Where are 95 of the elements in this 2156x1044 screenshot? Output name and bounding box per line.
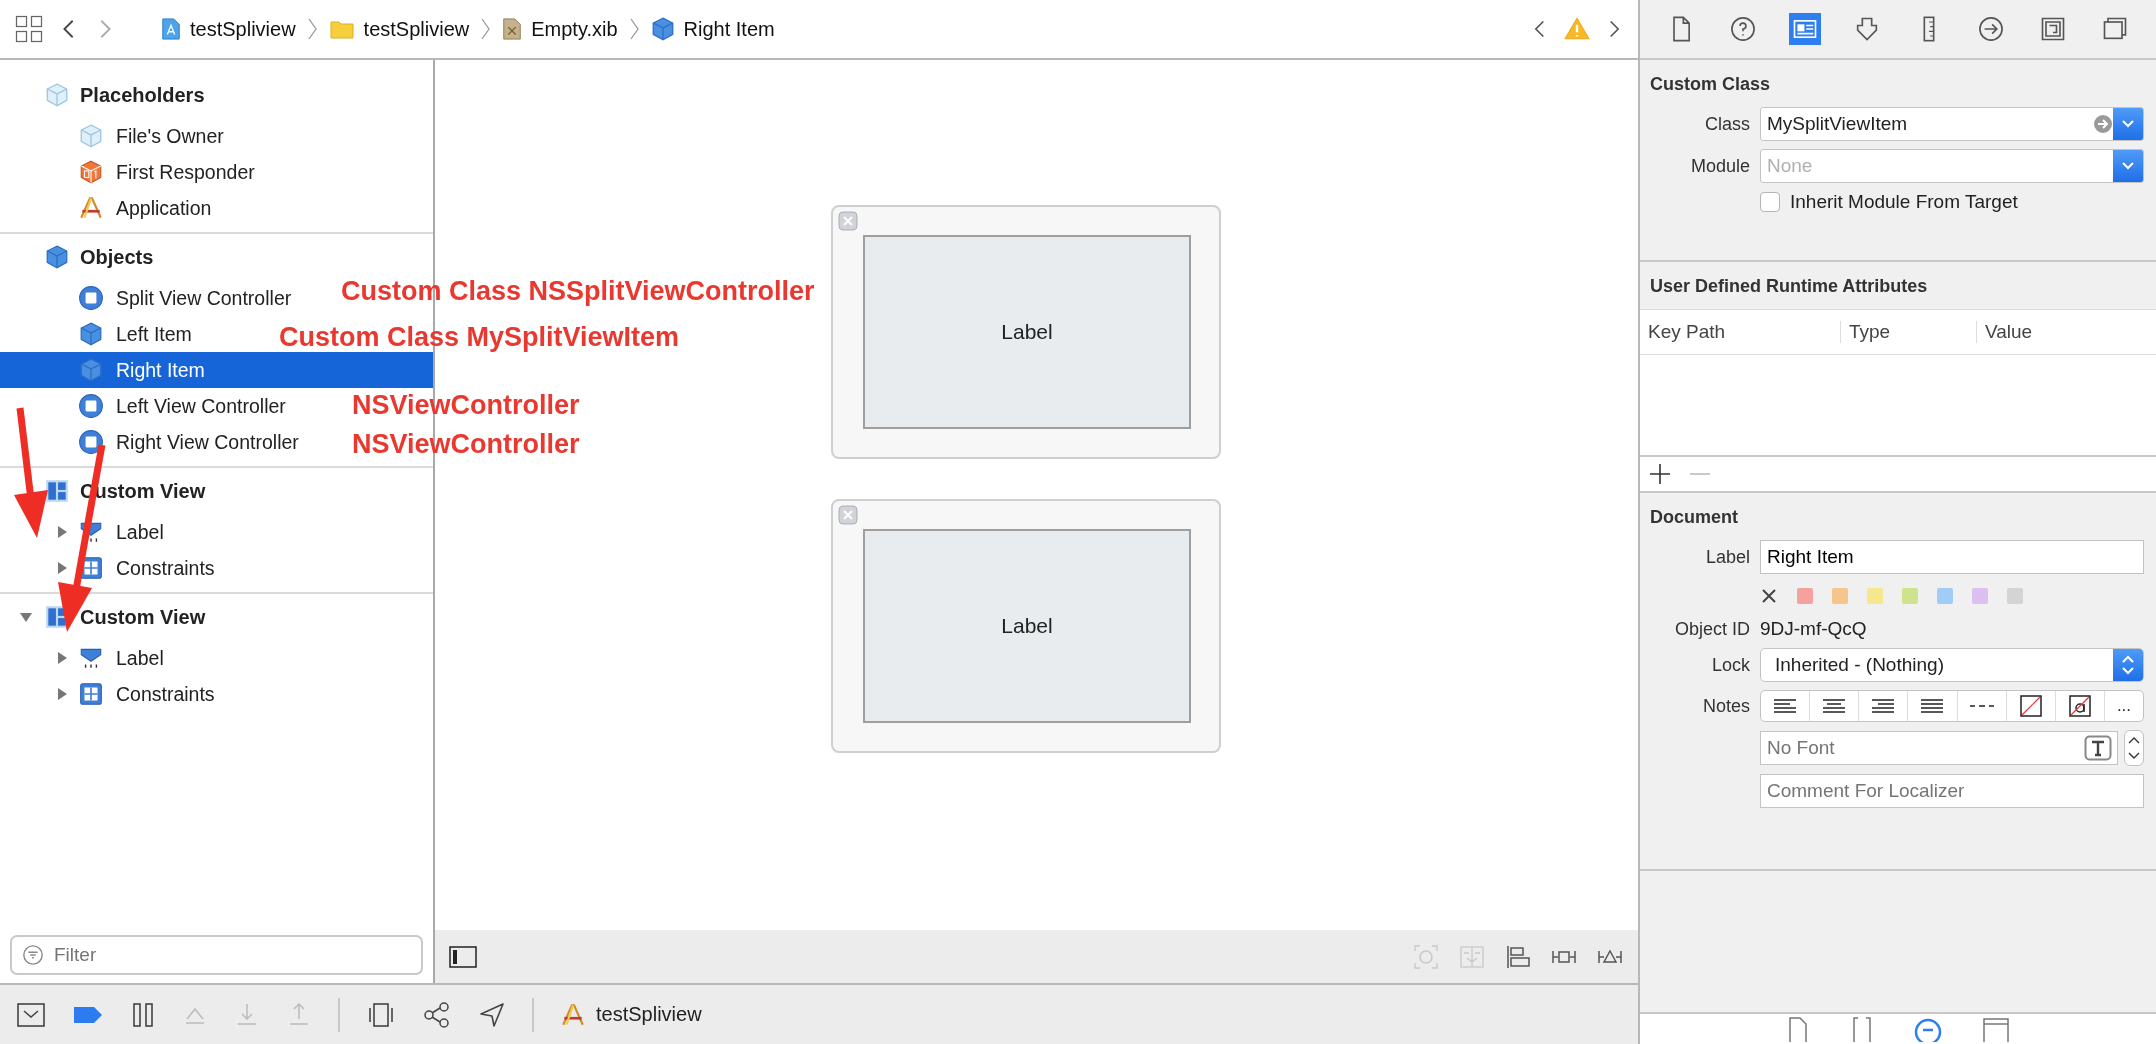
outline-item[interactable]: Right Item <box>0 352 433 388</box>
grid-icon[interactable] <box>14 14 44 44</box>
outline-item[interactable]: First Responder <box>54 154 255 190</box>
chevron-icon <box>479 16 492 42</box>
outline-item[interactable]: Left Item <box>54 316 192 352</box>
field-label: Lock <box>1710 654 1750 676</box>
outline-item[interactable]: Label <box>54 640 164 676</box>
sidebar-toggle-icon[interactable] <box>449 944 477 969</box>
outline-item[interactable]: Right View Controller <box>54 424 299 460</box>
color-swatch[interactable] <box>1797 588 1813 604</box>
section-title: Document <box>1649 506 1739 529</box>
field-label: Module <box>1689 155 1750 177</box>
font-picker-icon[interactable] <box>2084 735 2112 761</box>
view-frame[interactable]: Label <box>831 205 1221 459</box>
field-label: Class <box>1704 113 1750 135</box>
color-swatch[interactable] <box>1972 588 1988 604</box>
hide-debug-icon[interactable] <box>16 1001 46 1028</box>
annotation-text: Custom Class NSSplitViewController <box>341 278 815 305</box>
lock-popup[interactable]: Inherited - (Nothing) <box>1760 648 2144 682</box>
checkbox-label: Inherit Module From Target <box>1790 191 2018 213</box>
more-button[interactable]: ... <box>2105 691 2143 721</box>
document-icon <box>501 16 524 42</box>
column-header[interactable]: Type <box>1840 321 1976 343</box>
cube-icon <box>78 123 104 149</box>
outline-item[interactable]: File's Owner <box>54 118 224 154</box>
dropdown-icon <box>2121 161 2135 171</box>
color-swatch[interactable] <box>1867 588 1883 604</box>
color-swatch[interactable] <box>1937 588 1953 604</box>
file-template-icon[interactable] <box>1786 1016 1810 1042</box>
custom-view-icon <box>44 478 70 504</box>
label-text: Label <box>1001 614 1053 638</box>
field-label: Label <box>1704 546 1750 568</box>
outline-item[interactable]: Left View Controller <box>54 388 286 424</box>
close-icon <box>838 211 858 231</box>
field-label: Object ID <box>1673 618 1750 640</box>
filter-icon <box>22 943 44 966</box>
annotation-text: Custom Class MySplitViewItem <box>279 324 680 351</box>
scheme-selector[interactable]: testSpliview <box>560 1001 702 1028</box>
help-icon <box>1729 15 1757 43</box>
outline-section[interactable]: Objects <box>0 234 433 280</box>
view-controller-icon <box>78 393 104 419</box>
pause-icon[interactable] <box>130 1000 156 1029</box>
color-swatch[interactable] <box>1902 588 1918 604</box>
view-controller-icon <box>78 285 104 311</box>
align-justify-icon[interactable] <box>1919 697 1946 715</box>
class-combo-box[interactable]: MySplitViewItem <box>1760 107 2144 141</box>
column-header[interactable]: Key Path <box>1640 321 1840 343</box>
column-header[interactable]: Value <box>1976 321 2156 343</box>
filter-field[interactable]: Filter <box>10 934 423 975</box>
label-field[interactable]: Right Item <box>1760 540 2144 574</box>
breadcrumb[interactable]: testSpliview <box>160 16 296 42</box>
object-id: 9DJ-mf-QcQ <box>1760 618 1868 640</box>
stepper-arrows-icon <box>2121 654 2135 676</box>
outline-item[interactable]: Constraints <box>54 676 215 712</box>
cube-icon <box>44 244 70 270</box>
font-field[interactable]: No Font <box>1760 731 2118 765</box>
breadcrumb[interactable]: testSpliview <box>327 17 470 41</box>
identity-inspector-tab[interactable] <box>1789 13 1821 45</box>
cube-icon <box>44 82 70 108</box>
breadcrumb[interactable]: Right Item <box>649 16 775 42</box>
outline-item[interactable]: Constraints <box>54 550 215 586</box>
checkbox[interactable] <box>1760 192 1780 212</box>
comment-field[interactable]: Comment For Localizer <box>1760 774 2144 808</box>
label-text: Label <box>1001 320 1053 344</box>
view-controller-icon <box>78 429 104 455</box>
cube-icon <box>78 159 104 185</box>
pencil-ruler-icon <box>78 195 104 221</box>
dropdown-icon <box>2121 119 2135 129</box>
color-swatch[interactable] <box>2007 588 2023 604</box>
align-right-icon[interactable] <box>1870 697 1897 715</box>
cube-icon <box>78 321 104 347</box>
outline-item[interactable]: Application <box>54 190 212 226</box>
pencil-ruler-icon <box>560 1001 586 1028</box>
align-left-icon[interactable] <box>1772 697 1799 715</box>
color-swatch[interactable] <box>1832 588 1848 604</box>
field-label: Notes <box>1701 695 1750 717</box>
annotation-text: NSViewController <box>352 431 580 458</box>
outline-item[interactable]: Split View Controller <box>54 280 292 316</box>
align-center-icon[interactable] <box>1821 697 1848 715</box>
constraints-icon <box>78 681 104 707</box>
breadcrumb[interactable]: Empty.xib <box>501 16 618 42</box>
outline-item[interactable]: Label <box>54 514 164 550</box>
add-icon[interactable] <box>1648 462 1672 486</box>
location-icon[interactable] <box>478 1000 506 1029</box>
project-file-icon <box>160 16 182 42</box>
no-color-icon[interactable] <box>2019 695 2042 717</box>
outline-section[interactable]: Placeholders <box>0 72 433 118</box>
stepper[interactable] <box>2124 730 2144 766</box>
annotation-text: NSViewController <box>352 392 580 419</box>
close-icon <box>838 505 858 525</box>
section-title: Custom Class <box>1649 73 1772 96</box>
no-text-color-icon[interactable] <box>2068 695 2091 717</box>
cube-icon <box>78 357 104 383</box>
view-frame[interactable]: Label <box>831 499 1221 753</box>
clear-label-icon[interactable] <box>1760 587 1778 605</box>
